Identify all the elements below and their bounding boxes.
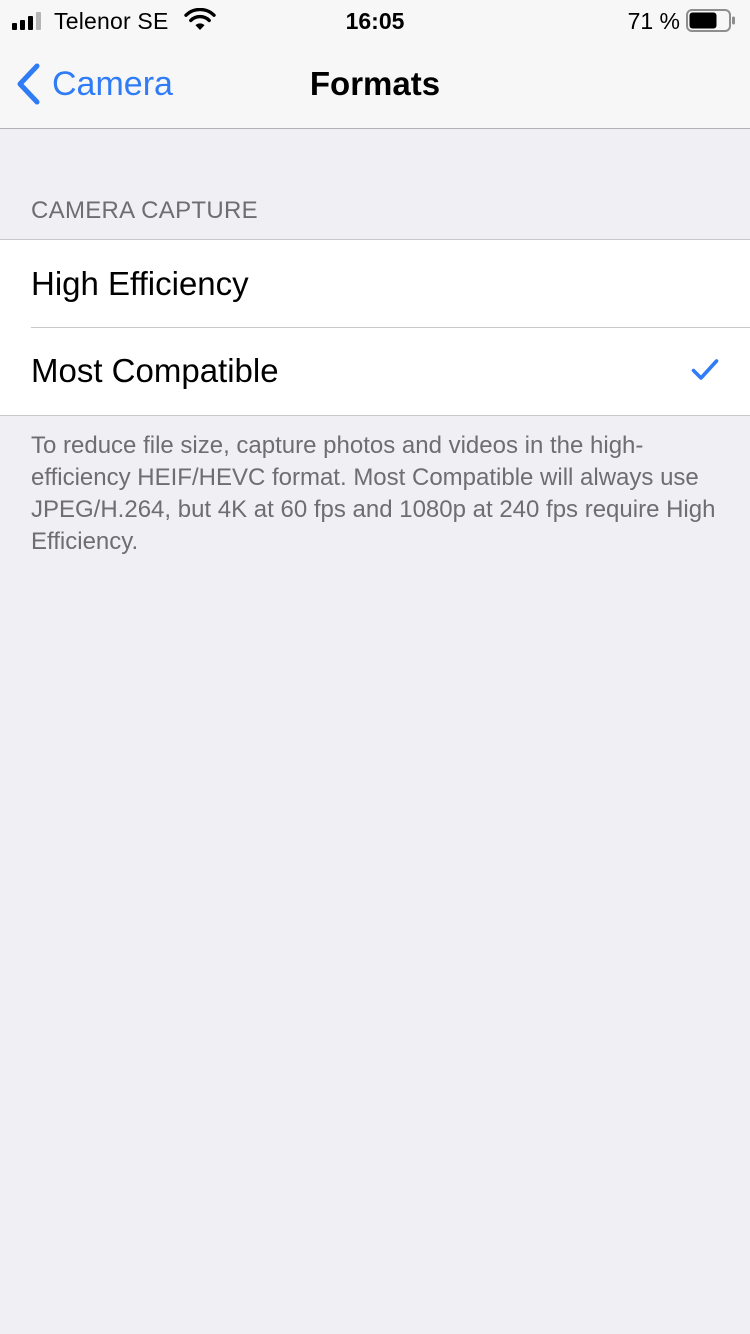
option-label: Most Compatible bbox=[31, 352, 279, 389]
section-footer: To reduce file size, capture photos and … bbox=[31, 432, 716, 555]
page-title: Formats bbox=[309, 65, 441, 102]
options-group: High Efficiency Most Compatible bbox=[0, 239, 750, 416]
battery-icon bbox=[686, 9, 735, 32]
status-bar: Telenor SE 16:05 71 % bbox=[0, 0, 750, 40]
option-most-compatible[interactable]: Most Compatible bbox=[0, 327, 750, 414]
section-header: CAMERA CAPTURE bbox=[31, 197, 258, 224]
option-label: High Efficiency bbox=[31, 265, 249, 302]
battery-percentage: 71 % bbox=[627, 8, 680, 34]
battery-fill bbox=[689, 12, 717, 29]
option-high-efficiency[interactable]: High Efficiency bbox=[0, 240, 750, 328]
navigation-bar: Camera Formats bbox=[0, 40, 750, 129]
checkmark-icon bbox=[691, 359, 719, 380]
